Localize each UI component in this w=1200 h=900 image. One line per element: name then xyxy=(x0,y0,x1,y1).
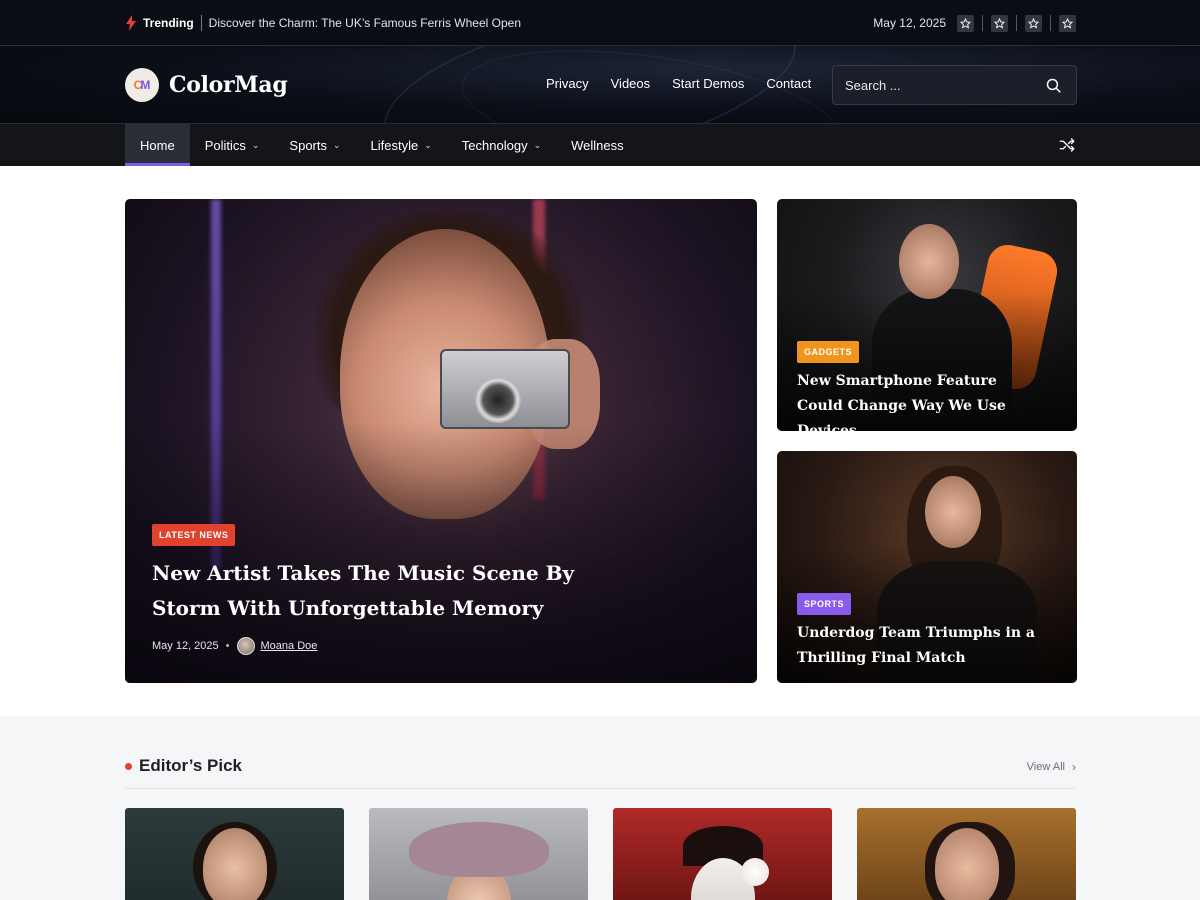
search-icon[interactable] xyxy=(1045,77,1062,94)
logo-mark: CM xyxy=(125,68,159,102)
star-icon xyxy=(1062,17,1073,29)
side-post[interactable]: GADGETS New Smartphone Feature Could Cha… xyxy=(777,199,1077,431)
divider xyxy=(1050,15,1051,31)
nav-item-politics[interactable]: Politics ⌄ xyxy=(190,124,275,166)
site-logo[interactable]: CM ColorMag xyxy=(125,68,288,102)
top-bar: Trending Discover the Charm: The UK’s Fa… xyxy=(0,0,1200,46)
shuffle-icon[interactable] xyxy=(1058,136,1076,154)
header-nav-privacy[interactable]: Privacy xyxy=(546,76,589,91)
nav-item-home[interactable]: Home xyxy=(125,124,190,166)
trending-headline[interactable]: Discover the Charm: The UK’s Famous Ferr… xyxy=(209,16,521,30)
meta-separator: • xyxy=(225,640,230,652)
star-icon xyxy=(994,17,1005,29)
section-title: Editor’s Pick xyxy=(139,756,242,775)
social-link-2[interactable] xyxy=(991,14,1008,32)
chevron-down-icon: ⌄ xyxy=(251,139,260,150)
view-all-link[interactable]: View All › xyxy=(1027,760,1076,774)
nav-item-technology[interactable]: Technology ⌄ xyxy=(447,124,556,166)
site-header: CM ColorMag Privacy Videos Start Demos C… xyxy=(0,46,1200,123)
lightning-icon xyxy=(126,15,136,31)
divider xyxy=(1016,15,1017,31)
main-nav: Home Politics ⌄ Sports ⌄ Lifestyle ⌄ Techno… xyxy=(0,123,1200,166)
section-marker-dot xyxy=(125,762,132,770)
author-link[interactable]: Moana Doe xyxy=(261,640,318,652)
chevron-down-icon: ⌄ xyxy=(333,139,341,150)
trending-label: Trending xyxy=(143,16,194,30)
section-header: Editor’s Pick xyxy=(125,756,242,776)
social-links xyxy=(957,14,1076,32)
featured-post[interactable]: LATEST NEWS New Artist Takes The Music S… xyxy=(125,199,757,683)
side-post-title[interactable]: Underdog Team Triumphs in a Thrilling Fi… xyxy=(797,621,1047,671)
star-icon xyxy=(1028,17,1039,29)
post-image-detail xyxy=(925,476,981,548)
side-post[interactable]: SPORTS Underdog Team Triumphs in a Thril… xyxy=(777,451,1077,683)
social-link-3[interactable] xyxy=(1025,14,1042,32)
post-card[interactable] xyxy=(369,808,588,900)
search-box xyxy=(832,65,1077,105)
social-link-1[interactable] xyxy=(957,14,974,32)
post-image-detail xyxy=(899,224,959,299)
post-date: May 12, 2025 xyxy=(152,640,219,652)
header-nav: Privacy Videos Start Demos Contact xyxy=(546,76,833,91)
hero-image-detail xyxy=(475,377,521,423)
star-icon xyxy=(960,17,971,29)
featured-post-title[interactable]: New Artist Takes The Music Scene By Stor… xyxy=(152,556,632,626)
editors-pick-section: Editor’s Pick View All › xyxy=(0,716,1200,900)
divider xyxy=(125,788,1076,789)
nav-item-lifestyle[interactable]: Lifestyle ⌄ xyxy=(356,124,447,166)
chevron-right-icon: › xyxy=(1072,760,1076,774)
chevron-down-icon: ⌄ xyxy=(533,139,542,150)
header-nav-contact[interactable]: Contact xyxy=(766,76,811,91)
post-card[interactable] xyxy=(125,808,344,900)
side-post-title[interactable]: New Smartphone Feature Could Change Way … xyxy=(797,369,1047,431)
divider xyxy=(982,15,983,31)
search-input[interactable] xyxy=(845,77,1035,93)
current-date: May 12, 2025 xyxy=(873,16,946,30)
nav-item-wellness[interactable]: Wellness xyxy=(556,124,639,166)
post-card[interactable] xyxy=(857,808,1076,900)
category-badge[interactable]: LATEST NEWS xyxy=(152,524,236,546)
category-badge[interactable]: GADGETS xyxy=(797,341,860,363)
chevron-down-icon: ⌄ xyxy=(424,139,432,150)
nav-item-sports[interactable]: Sports ⌄ xyxy=(274,124,355,166)
post-card[interactable] xyxy=(613,808,832,900)
trending-ticker: Trending Discover the Charm: The UK’s Fa… xyxy=(125,15,521,31)
post-meta: May 12, 2025 • Moana Doe xyxy=(152,637,317,655)
site-name: ColorMag xyxy=(169,72,288,98)
editors-pick-cards xyxy=(125,808,1101,900)
author-avatar xyxy=(236,637,255,655)
divider xyxy=(200,15,202,31)
header-nav-start-demos[interactable]: Start Demos xyxy=(672,76,744,91)
header-nav-videos[interactable]: Videos xyxy=(611,76,651,91)
social-link-4[interactable] xyxy=(1059,14,1076,32)
category-badge[interactable]: SPORTS xyxy=(797,593,852,615)
